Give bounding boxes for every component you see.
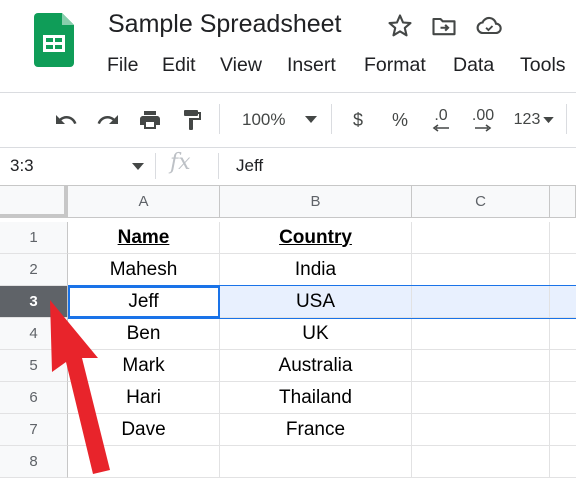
chevron-down-icon — [543, 116, 555, 123]
cell-c3[interactable] — [412, 286, 550, 318]
column-header-d[interactable] — [550, 186, 576, 218]
document-title[interactable]: Sample Spreadsheet — [108, 10, 341, 39]
menu-view[interactable]: View — [220, 54, 262, 77]
cell-d4[interactable] — [550, 318, 576, 350]
row-header-1[interactable]: 1 — [0, 222, 68, 254]
undo-icon — [56, 115, 77, 124]
cell-b3[interactable]: USA — [220, 286, 412, 318]
cell-d3[interactable] — [550, 286, 576, 318]
column-header-a[interactable]: A — [68, 186, 220, 218]
redo-icon — [97, 115, 118, 124]
sheets-logo-icon[interactable] — [34, 13, 74, 67]
select-all-corner[interactable] — [0, 186, 68, 218]
cell-d2[interactable] — [550, 254, 576, 286]
print-icon — [140, 111, 160, 129]
cloud-status-icon[interactable] — [475, 12, 503, 40]
more-formats-button[interactable]: 123 — [509, 106, 559, 134]
paint-format-icon — [184, 110, 201, 130]
decrease-decimal-button[interactable]: .0 — [425, 106, 457, 134]
arrow-right-icon — [475, 124, 492, 132]
more-formats-label: 123 — [513, 111, 541, 128]
column-header-c[interactable]: C — [412, 186, 550, 218]
decrease-decimal-label: .0 — [434, 107, 448, 124]
cell-a1[interactable]: Name — [68, 222, 220, 254]
cell-d8[interactable] — [550, 446, 576, 478]
menu-edit[interactable]: Edit — [162, 54, 196, 77]
star-icon[interactable] — [386, 12, 414, 40]
column-header-b[interactable]: B — [220, 186, 412, 218]
increase-decimal-label: .00 — [471, 107, 495, 124]
toolbar-separator — [566, 104, 567, 134]
cell-c6[interactable] — [412, 382, 550, 414]
cell-c5[interactable] — [412, 350, 550, 382]
cell-c2[interactable] — [412, 254, 550, 286]
cell-d5[interactable] — [550, 350, 576, 382]
cell-c1[interactable] — [412, 222, 550, 254]
cell-b8[interactable] — [220, 446, 412, 478]
menu-tools[interactable]: Tools — [520, 54, 566, 77]
menu-file[interactable]: File — [107, 54, 138, 77]
redo-button[interactable] — [94, 106, 122, 134]
header-divider — [0, 92, 576, 93]
cell-d1[interactable] — [550, 222, 576, 254]
undo-button[interactable] — [52, 106, 80, 134]
toolbar-separator — [219, 104, 220, 134]
cell-d6[interactable] — [550, 382, 576, 414]
zoom-select[interactable]: 100% — [232, 106, 324, 134]
menu-data[interactable]: Data — [453, 54, 494, 77]
cell-c4[interactable] — [412, 318, 550, 350]
menu-format[interactable]: Format — [364, 54, 426, 77]
arrow-left-icon — [432, 124, 449, 132]
menu-insert[interactable]: Insert — [287, 54, 336, 77]
formula-separator — [218, 153, 219, 179]
zoom-value: 100% — [242, 110, 286, 129]
cell-b4[interactable]: UK — [220, 318, 412, 350]
cell-a2[interactable]: Mahesh — [68, 254, 220, 286]
cell-b2[interactable]: India — [220, 254, 412, 286]
cell-b5[interactable]: Australia — [220, 350, 412, 382]
paint-format-button[interactable] — [178, 106, 206, 134]
annotation-arrow-icon — [50, 300, 110, 474]
chevron-down-icon[interactable] — [132, 163, 144, 171]
fx-icon: fx — [170, 150, 191, 175]
cell-c8[interactable] — [412, 446, 550, 478]
toolbar-separator — [331, 104, 332, 134]
percent-format-button[interactable]: % — [388, 106, 412, 134]
print-button[interactable] — [136, 106, 164, 134]
chevron-down-icon — [305, 116, 318, 123]
increase-decimal-button[interactable]: .00 — [466, 106, 500, 134]
cell-c7[interactable] — [412, 414, 550, 446]
name-box-separator — [155, 153, 156, 179]
currency-format-button[interactable]: $ — [346, 106, 370, 134]
cell-b6[interactable]: Thailand — [220, 382, 412, 414]
row-header-2[interactable]: 2 — [0, 254, 68, 286]
cell-b1[interactable]: Country — [220, 222, 412, 254]
move-folder-icon[interactable] — [430, 12, 458, 40]
formula-input[interactable]: Jeff — [236, 156, 263, 176]
name-box-value: 3:3 — [10, 156, 34, 175]
cell-b7[interactable]: France — [220, 414, 412, 446]
cell-d7[interactable] — [550, 414, 576, 446]
